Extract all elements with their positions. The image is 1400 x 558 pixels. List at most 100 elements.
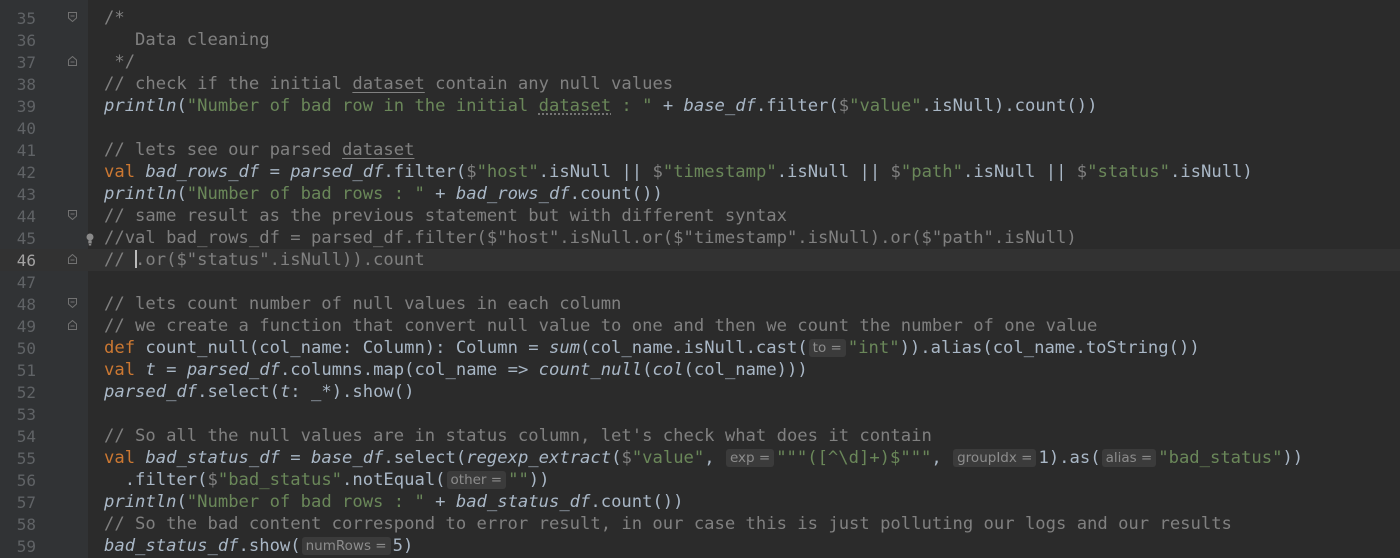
code-token: bad_rows_df <box>145 162 260 182</box>
code-token: 1).as( <box>1038 448 1101 468</box>
line-number[interactable]: 41 <box>0 140 36 162</box>
line-number[interactable]: 57 <box>0 492 36 514</box>
code-text[interactable]: println("Number of bad rows : " + bad_ro… <box>104 183 663 205</box>
code-line[interactable]: 54 // So all the null values are in statu… <box>0 425 1400 447</box>
parameter-hint: alias = <box>1101 449 1157 467</box>
code-editor[interactable]: 35/* 36 Data cleaning 37 */38// check if t… <box>0 0 1400 558</box>
code-line[interactable]: 35 /* <box>0 7 1400 29</box>
code-line[interactable]: 51 val t = parsed_df.columns.map(col_name… <box>0 359 1400 381</box>
code-text[interactable]: // lets count number of null values in e… <box>104 293 621 315</box>
code-text[interactable]: val bad_rows_df = parsed_df.filter($"hos… <box>104 161 1253 183</box>
fold-end-icon[interactable] <box>68 320 77 330</box>
code-token: val <box>104 162 146 182</box>
code-line[interactable]: 44 // same result as the previous stateme… <box>0 205 1400 227</box>
fold-end-icon[interactable] <box>68 56 77 66</box>
line-number[interactable]: 36 <box>0 30 36 52</box>
line-number[interactable]: 48 <box>0 294 36 316</box>
line-number[interactable]: 45 <box>0 228 36 250</box>
code-token: // lets see our parsed <box>104 140 342 160</box>
line-number[interactable]: 59 <box>0 536 36 558</box>
code-text[interactable]: // .or($"status".isNull)).count <box>104 249 425 271</box>
code-token: + <box>652 96 684 116</box>
line-number[interactable]: 42 <box>0 162 36 184</box>
code-text[interactable]: println("Number of bad rows : " + bad_st… <box>104 491 684 513</box>
code-token: count_null(col_name: Column): Column = <box>145 338 549 358</box>
code-line[interactable]: 50 def count_null(col_name: Column): Colu… <box>0 337 1400 359</box>
line-number[interactable]: 35 <box>0 8 36 30</box>
code-text[interactable]: def count_null(col_name: Column): Column… <box>104 337 1200 359</box>
code-token: + <box>424 492 456 512</box>
code-text[interactable]: // we create a function that convert nul… <box>104 315 1097 337</box>
code-token: ( <box>642 360 653 380</box>
code-text[interactable]: val t = parsed_df.columns.map(col_name =… <box>104 359 808 381</box>
code-line[interactable]: 45 //val bad_rows_df = parsed_df.filter($… <box>0 227 1400 249</box>
fold-start-icon[interactable] <box>68 210 77 220</box>
code-token: "int" <box>847 338 900 358</box>
code-line[interactable]: 58 // So the bad content correspond to er… <box>0 513 1400 535</box>
line-number[interactable]: 39 <box>0 96 36 118</box>
code-line[interactable]: 41 // lets see our parsed dataset <box>0 139 1400 161</box>
code-line[interactable]: 40 <box>0 117 1400 139</box>
code-line[interactable]: 57 println("Number of bad rows : " + bad_… <box>0 491 1400 513</box>
code-line[interactable]: 56 .filter($"bad_status".notEqual(other … <box>0 469 1400 491</box>
line-number[interactable]: 56 <box>0 470 36 492</box>
code-text[interactable]: // same result as the previous statement… <box>104 205 787 227</box>
line-number[interactable]: 43 <box>0 184 36 206</box>
line-number[interactable]: 49 <box>0 316 36 338</box>
code-token: "Number of bad rows : " <box>186 492 425 512</box>
code-text[interactable]: /* <box>104 7 125 29</box>
code-token: .select( <box>383 448 467 468</box>
code-token: println <box>104 492 177 512</box>
code-text[interactable]: */ <box>104 51 135 73</box>
lightbulb-icon[interactable] <box>86 231 94 246</box>
code-line[interactable]: 39 println("Number of bad row in the init… <box>0 95 1400 117</box>
code-text[interactable]: println("Number of bad row in the initia… <box>104 95 1097 117</box>
line-number[interactable]: 50 <box>0 338 36 360</box>
code-text[interactable]: val bad_status_df = base_df.select(regex… <box>104 447 1303 469</box>
line-number[interactable]: 46 <box>0 250 36 272</box>
code-line[interactable]: 43 println("Number of bad rows : " + bad_… <box>0 183 1400 205</box>
line-number[interactable]: 44 <box>0 206 36 228</box>
line-number[interactable]: 55 <box>0 448 36 470</box>
line-number[interactable]: 51 <box>0 360 36 382</box>
fold-start-icon[interactable] <box>68 298 77 308</box>
code-token: dataset <box>538 96 612 116</box>
code-line[interactable]: 46 // .or($"status".isNull)).count <box>0 249 1400 271</box>
code-text[interactable]: Data cleaning <box>104 29 270 51</box>
fold-start-icon[interactable] <box>68 12 77 22</box>
code-line[interactable]: 48 // lets count number of null values in… <box>0 293 1400 315</box>
code-token: $ <box>207 470 218 490</box>
code-line[interactable]: 49 // we create a function that convert n… <box>0 315 1400 337</box>
code-line[interactable]: 36 Data cleaning <box>0 29 1400 51</box>
code-line[interactable]: 38 // check if the initial dataset contai… <box>0 73 1400 95</box>
code-line[interactable]: 42 val bad_rows_df = parsed_df.filter($"h… <box>0 161 1400 183</box>
code-text[interactable]: .filter($"bad_status".notEqual(other = ""… <box>104 469 550 491</box>
line-number[interactable]: 58 <box>0 514 36 536</box>
code-line[interactable]: 53 <box>0 403 1400 425</box>
code-line[interactable]: 55 val bad_status_df = base_df.select(reg… <box>0 447 1400 469</box>
code-text[interactable]: // So all the null values are in status … <box>104 425 932 447</box>
line-number[interactable]: 52 <box>0 382 36 404</box>
code-line[interactable]: 37 */ <box>0 51 1400 73</box>
parameter-hint: other = <box>446 471 507 489</box>
line-number[interactable]: 40 <box>0 118 36 140</box>
line-number[interactable]: 37 <box>0 52 36 74</box>
code-text[interactable]: parsed_df.select(t: _*).show() <box>104 381 414 403</box>
code-token: "value" <box>849 96 922 116</box>
line-number[interactable]: 47 <box>0 272 36 294</box>
line-number[interactable]: 53 <box>0 404 36 426</box>
code-text[interactable]: //val bad_rows_df = parsed_df.filter($"h… <box>104 227 1077 249</box>
code-line[interactable]: 52 parsed_df.select(t: _*).show() <box>0 381 1400 403</box>
line-number[interactable]: 54 <box>0 426 36 448</box>
fold-end-icon[interactable] <box>68 254 77 264</box>
code-text[interactable]: bad_status_df.show(numRows = 5) <box>104 535 413 557</box>
code-text[interactable]: // So the bad content correspond to erro… <box>104 513 1232 535</box>
code-text[interactable]: // check if the initial dataset contain … <box>104 73 673 95</box>
line-number[interactable]: 38 <box>0 74 36 96</box>
code-text[interactable]: // lets see our parsed dataset <box>104 139 414 161</box>
code-token: : " <box>611 96 653 116</box>
code-token: col <box>652 360 684 380</box>
code-line[interactable]: 59 bad_status_df.show(numRows = 5) <box>0 535 1400 557</box>
code-line[interactable]: 47 <box>0 271 1400 293</box>
code-token: // So the bad content correspond to erro… <box>104 514 1232 534</box>
